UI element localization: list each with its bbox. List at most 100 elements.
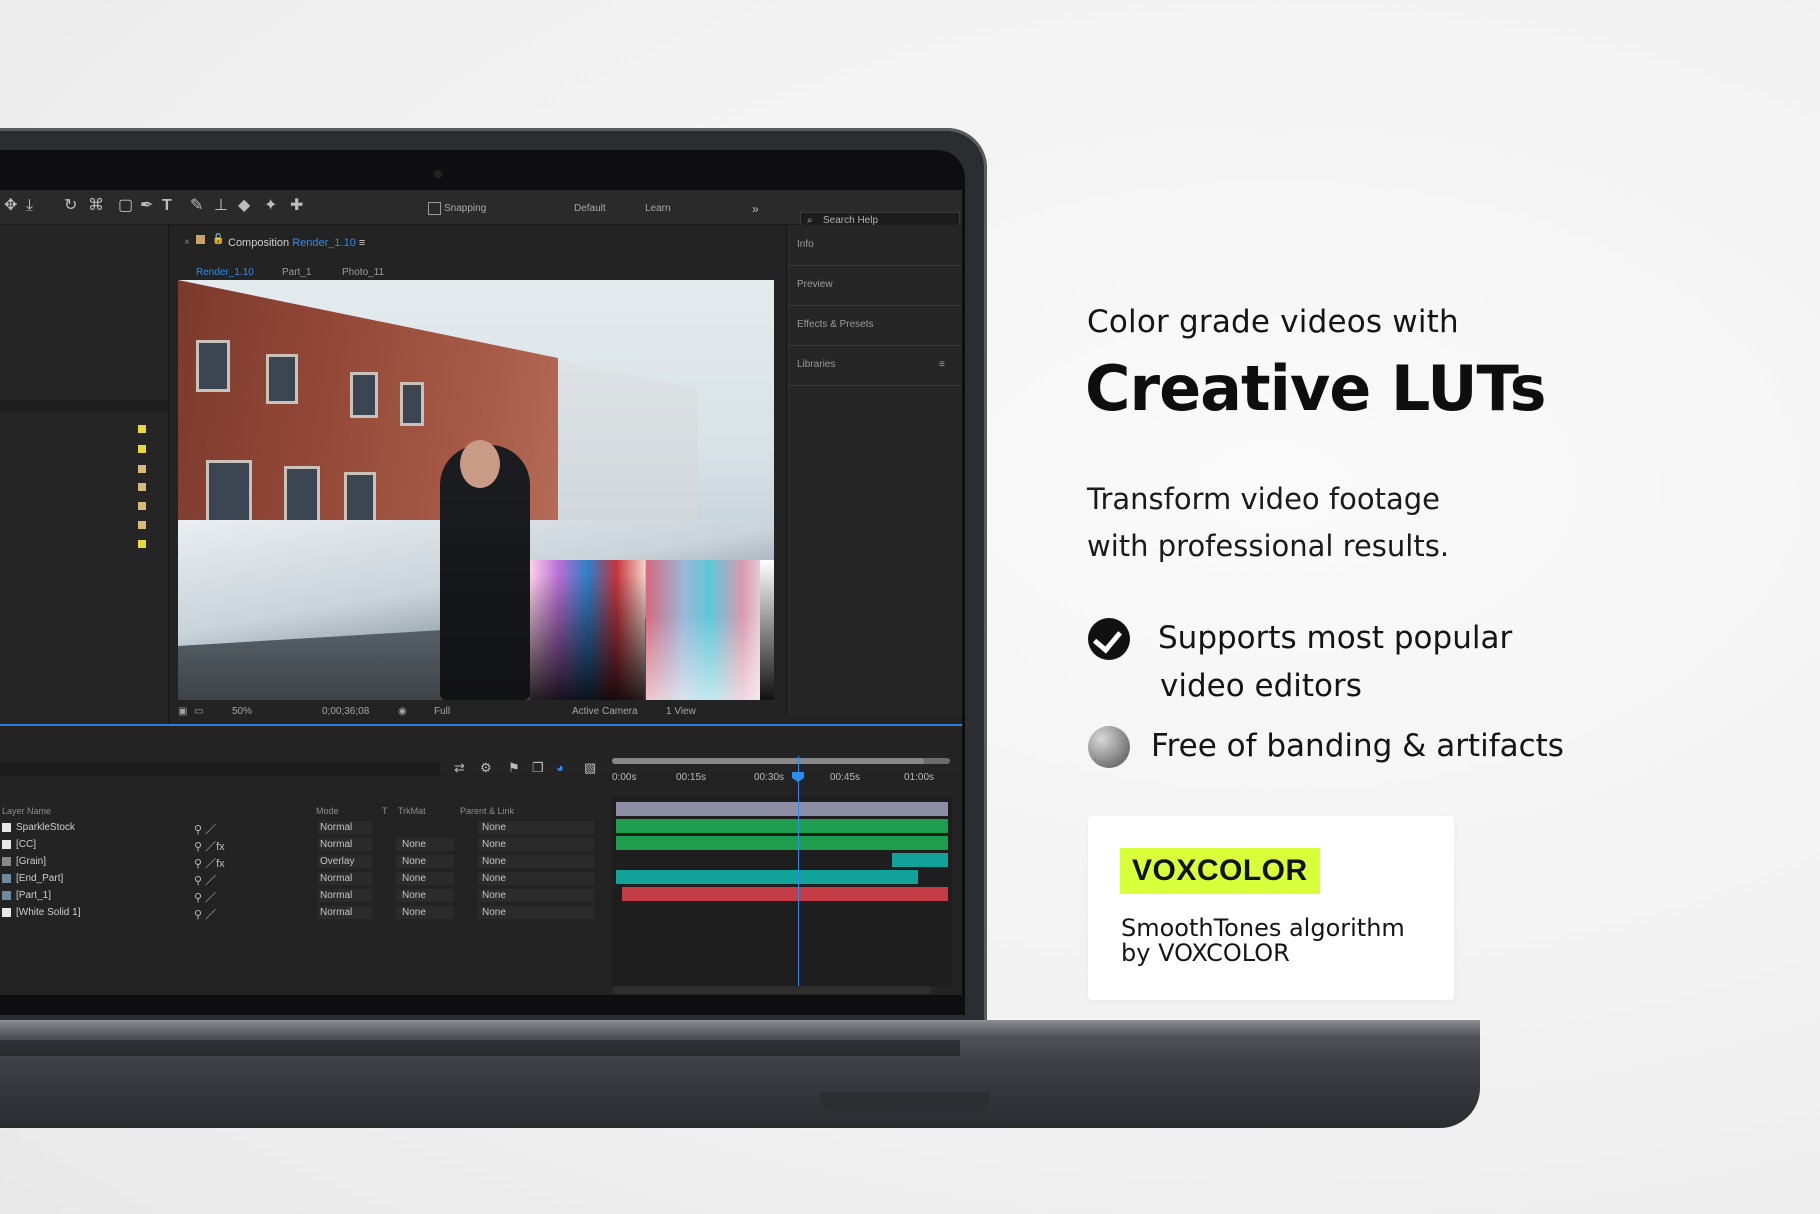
parent-select[interactable]: None xyxy=(478,855,594,868)
table-row[interactable]: [Part_1] ⚲ ／ Normal None None xyxy=(0,888,600,905)
timeline-zoom-slider[interactable] xyxy=(612,986,932,994)
layer-name[interactable]: [White Solid 1] xyxy=(16,907,80,918)
frame-blending-icon[interactable]: ❐ xyxy=(532,760,544,776)
panel-effects-presets[interactable]: Effects & Presets xyxy=(797,319,874,330)
roto-brush-icon[interactable]: ✦ xyxy=(264,198,277,214)
blend-mode-select[interactable]: Normal xyxy=(318,872,372,885)
composition-viewer[interactable] xyxy=(178,280,774,700)
panel-info[interactable]: Info xyxy=(797,239,814,250)
table-row[interactable]: [End_Part] ⚲ ／ Normal None None xyxy=(0,871,600,888)
track-area[interactable] xyxy=(612,796,952,986)
layer-switches[interactable]: ⚲ ／ xyxy=(194,872,216,888)
blend-mode-select[interactable]: Normal xyxy=(318,906,372,919)
graph-editor-icon[interactable]: ▧ xyxy=(584,760,596,776)
workspace-learn[interactable]: Learn xyxy=(645,203,671,214)
layer-switches[interactable]: ⚲ ／fx xyxy=(194,855,225,871)
trkmat-select[interactable]: None xyxy=(396,838,454,851)
blend-mode-select[interactable]: Normal xyxy=(318,889,372,902)
brush-icon[interactable]: ✎ xyxy=(190,198,203,214)
layer-name[interactable]: [CC] xyxy=(16,839,36,850)
layer-name[interactable]: [Part_1] xyxy=(16,890,51,901)
monitor-icon[interactable]: ▭ xyxy=(194,706,203,717)
draft-3d-icon[interactable]: ⚙ xyxy=(480,760,492,776)
shy-layers-icon[interactable]: ⚑ xyxy=(508,760,520,776)
trkmat-select[interactable]: None xyxy=(396,872,454,885)
column-parent[interactable]: Parent & Link xyxy=(460,806,514,816)
layer-name[interactable]: [End_Part] xyxy=(16,873,63,884)
rotate-icon[interactable]: ↻ xyxy=(64,198,77,214)
track-bar-part-1[interactable] xyxy=(616,870,918,884)
libraries-menu-icon[interactable]: ≡ xyxy=(939,359,945,370)
layer-name[interactable]: SparkleStock xyxy=(16,822,75,833)
puppet-pin-icon[interactable]: ✚ xyxy=(290,198,303,214)
comp-flowchart-icon[interactable]: ⇄ xyxy=(454,760,465,776)
layer-switches[interactable]: ⚲ ／ xyxy=(194,889,216,905)
blend-mode-select[interactable]: Normal xyxy=(318,821,372,834)
close-tab-icon[interactable]: × xyxy=(184,237,190,248)
playhead-line xyxy=(798,756,799,988)
column-mode[interactable]: Mode xyxy=(316,806,339,816)
motion-blur-icon[interactable]: ◕ xyxy=(556,760,564,775)
views-select[interactable]: 1 View xyxy=(666,706,696,717)
tab-part-1[interactable]: Part_1 xyxy=(282,267,311,278)
parent-select[interactable]: None xyxy=(478,906,594,919)
trkmat-select[interactable]: None xyxy=(396,889,454,902)
trkmat-select[interactable]: None xyxy=(396,906,454,919)
timecode[interactable]: 0;00;36;08 xyxy=(322,706,369,717)
snapping-checkbox[interactable] xyxy=(428,202,441,215)
checkmark-icon xyxy=(1088,618,1130,660)
layer-switches[interactable]: ⚲ ／ xyxy=(194,906,216,922)
table-row[interactable]: SparkleStock ⚲ ／ Normal None xyxy=(0,820,600,837)
clone-stamp-icon[interactable]: ⊥ xyxy=(214,198,228,214)
table-row[interactable]: [Grain] ⚲ ／fx Overlay None None xyxy=(0,854,600,871)
timeline-search-input[interactable] xyxy=(0,762,440,776)
parent-select[interactable]: None xyxy=(478,838,594,851)
layer-color-box xyxy=(2,857,11,866)
column-layer-name[interactable]: Layer Name xyxy=(2,806,51,816)
tab-photo-11[interactable]: Photo_11 xyxy=(342,267,384,278)
parent-select[interactable]: None xyxy=(478,821,594,834)
panel-libraries[interactable]: Libraries xyxy=(797,359,835,370)
algorithm-line: by VOXCOLOR xyxy=(1121,939,1290,967)
table-row[interactable]: [CC] ⚲ ／fx Normal None None xyxy=(0,837,600,854)
tab-render[interactable]: Render_1.10 xyxy=(196,267,254,278)
snapshot-icon[interactable]: ◉ xyxy=(398,706,407,717)
blend-mode-select[interactable]: Normal xyxy=(318,838,372,851)
panel-menu-icon[interactable]: ≡ xyxy=(359,237,365,249)
move-icon[interactable]: ✥ xyxy=(4,198,17,214)
region-of-interest-icon[interactable]: ▣ xyxy=(178,706,187,717)
ruler-tick: 00:15s xyxy=(676,772,707,783)
lock-icon[interactable]: 🔓 xyxy=(212,234,224,245)
column-trkmat[interactable]: TrkMat xyxy=(398,806,426,816)
parent-select[interactable]: None xyxy=(478,889,594,902)
layer-color-box xyxy=(2,840,11,849)
column-t[interactable]: T xyxy=(382,806,388,816)
zoom-select[interactable]: 50% xyxy=(232,706,252,717)
ruler-tick: 0:00s xyxy=(612,772,637,783)
track-bar-cc[interactable] xyxy=(616,819,948,833)
eraser-icon[interactable]: ◆ xyxy=(238,198,250,214)
trkmat-select[interactable]: None xyxy=(396,855,454,868)
orbit-icon[interactable]: ⌘ xyxy=(88,198,104,214)
playhead-handle[interactable] xyxy=(792,772,804,782)
camera-select[interactable]: Active Camera xyxy=(572,706,638,717)
more-workspaces-icon[interactable]: » xyxy=(752,201,759,217)
resolution-select[interactable]: Full xyxy=(434,706,450,717)
layer-name[interactable]: [Grain] xyxy=(16,856,46,867)
layer-switches[interactable]: ⚲ ／fx xyxy=(194,838,225,854)
type-tool-icon[interactable]: T xyxy=(162,198,172,214)
layer-switches[interactable]: ⚲ ／ xyxy=(194,821,216,837)
table-row[interactable]: [White Solid 1] ⚲ ／ Normal None None xyxy=(0,905,600,922)
rectangle-tool-icon[interactable]: ▢ xyxy=(118,198,133,214)
subheadline-line: Transform video footage xyxy=(1087,482,1440,516)
pen-tool-icon[interactable]: ✒ xyxy=(140,198,153,214)
track-bar-sparklestock[interactable] xyxy=(616,802,948,816)
workspace-default[interactable]: Default xyxy=(574,203,606,214)
panel-preview[interactable]: Preview xyxy=(797,279,833,290)
anchor-icon[interactable]: ⤓ xyxy=(26,198,33,214)
track-bar-grain[interactable] xyxy=(616,836,948,850)
track-bar-end-part[interactable] xyxy=(892,853,948,867)
parent-select[interactable]: None xyxy=(478,872,594,885)
blend-mode-select[interactable]: Overlay xyxy=(318,855,372,868)
track-bar-white-solid[interactable] xyxy=(622,887,948,901)
